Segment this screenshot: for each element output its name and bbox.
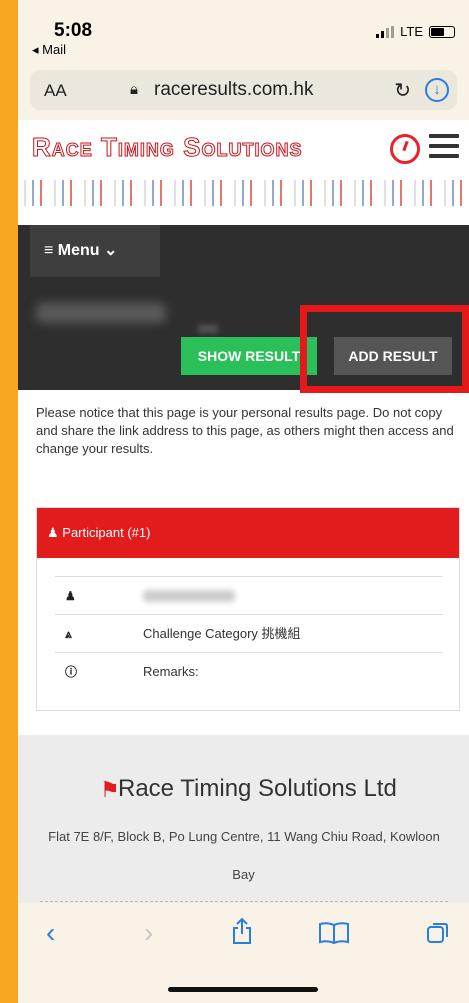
menu-button[interactable]: ≡ Menu ⌄ xyxy=(30,225,160,277)
category-row: ⩓ Challenge Category 挑機組 xyxy=(55,614,443,652)
status-indicators: LTE xyxy=(376,24,455,39)
highlight-box xyxy=(300,305,469,393)
browser-chrome: 5:08 ◂ Mail LTE AA 🔒︎ raceresults.com.hk… xyxy=(18,0,469,120)
back-icon[interactable]: ‹ xyxy=(46,919,55,947)
company-name: Race Timing Solutions Ltd xyxy=(118,775,397,802)
status-time: 5:08 xyxy=(54,20,93,41)
user-icon: ♟ xyxy=(47,525,59,540)
share-icon[interactable] xyxy=(232,917,252,945)
participant-title: Participant (#1) xyxy=(62,525,151,540)
privacy-notice: Please notice that this page is your per… xyxy=(36,405,454,456)
reload-icon[interactable]: ↻ xyxy=(394,78,411,103)
hamburger-menu-icon[interactable] xyxy=(429,134,459,160)
url-text[interactable]: raceresults.com.hk xyxy=(154,79,313,101)
remarks-text: Remarks: xyxy=(143,664,199,679)
address-line-1: Flat 7E 8/F, Block B, Po Lung Centre, 11… xyxy=(48,829,440,844)
back-to-mail-link[interactable]: ◂ Mail xyxy=(32,42,66,58)
road-icon: ⩓ xyxy=(65,627,72,641)
blurred-participant-name xyxy=(36,303,166,323)
home-indicator xyxy=(168,987,318,992)
download-icon[interactable]: ↓ xyxy=(425,78,449,102)
tabs-icon[interactable] xyxy=(426,921,450,945)
remarks-row: ⓘ Remarks: xyxy=(55,652,443,690)
site-header: Race Timing Solutions xyxy=(18,120,469,178)
phone-screen: 5:08 ◂ Mail LTE AA 🔒︎ raceresults.com.hk… xyxy=(18,0,469,1003)
footer-divider xyxy=(40,901,448,902)
category-text: Challenge Category 挑機組 xyxy=(143,626,301,641)
info-icon: ⓘ xyxy=(65,665,78,679)
user-icon: ♟ xyxy=(65,589,76,603)
bookmarks-icon[interactable] xyxy=(318,921,350,945)
safari-toolbar: ‹ › xyxy=(18,903,469,1003)
participant-card: ♟ Participant (#1) ♟ ⩓ Challenge Categor… xyxy=(36,507,460,711)
sponsor-logos-strip xyxy=(18,180,469,206)
text-size-button[interactable]: AA xyxy=(44,81,67,101)
show-result-button[interactable]: SHOW RESULT xyxy=(181,337,317,375)
forward-icon: › xyxy=(144,917,154,948)
clock-logo-icon xyxy=(390,134,420,164)
participant-name-row: ♟ xyxy=(55,576,443,614)
blurred-name xyxy=(143,590,235,602)
lock-icon: 🔒︎ xyxy=(130,81,138,98)
blurred-tag xyxy=(198,325,218,333)
network-label: LTE xyxy=(400,24,423,39)
participant-card-header: ♟ Participant (#1) xyxy=(37,508,459,558)
address-bar[interactable]: AA 🔒︎ raceresults.com.hk ↻ ↓ xyxy=(30,70,457,110)
address-line-2: Bay xyxy=(232,867,255,882)
site-logo[interactable]: Race Timing Solutions xyxy=(31,132,302,163)
signal-icon xyxy=(376,25,395,38)
flag-icon: ⚑ xyxy=(100,777,120,802)
battery-icon xyxy=(429,25,455,38)
